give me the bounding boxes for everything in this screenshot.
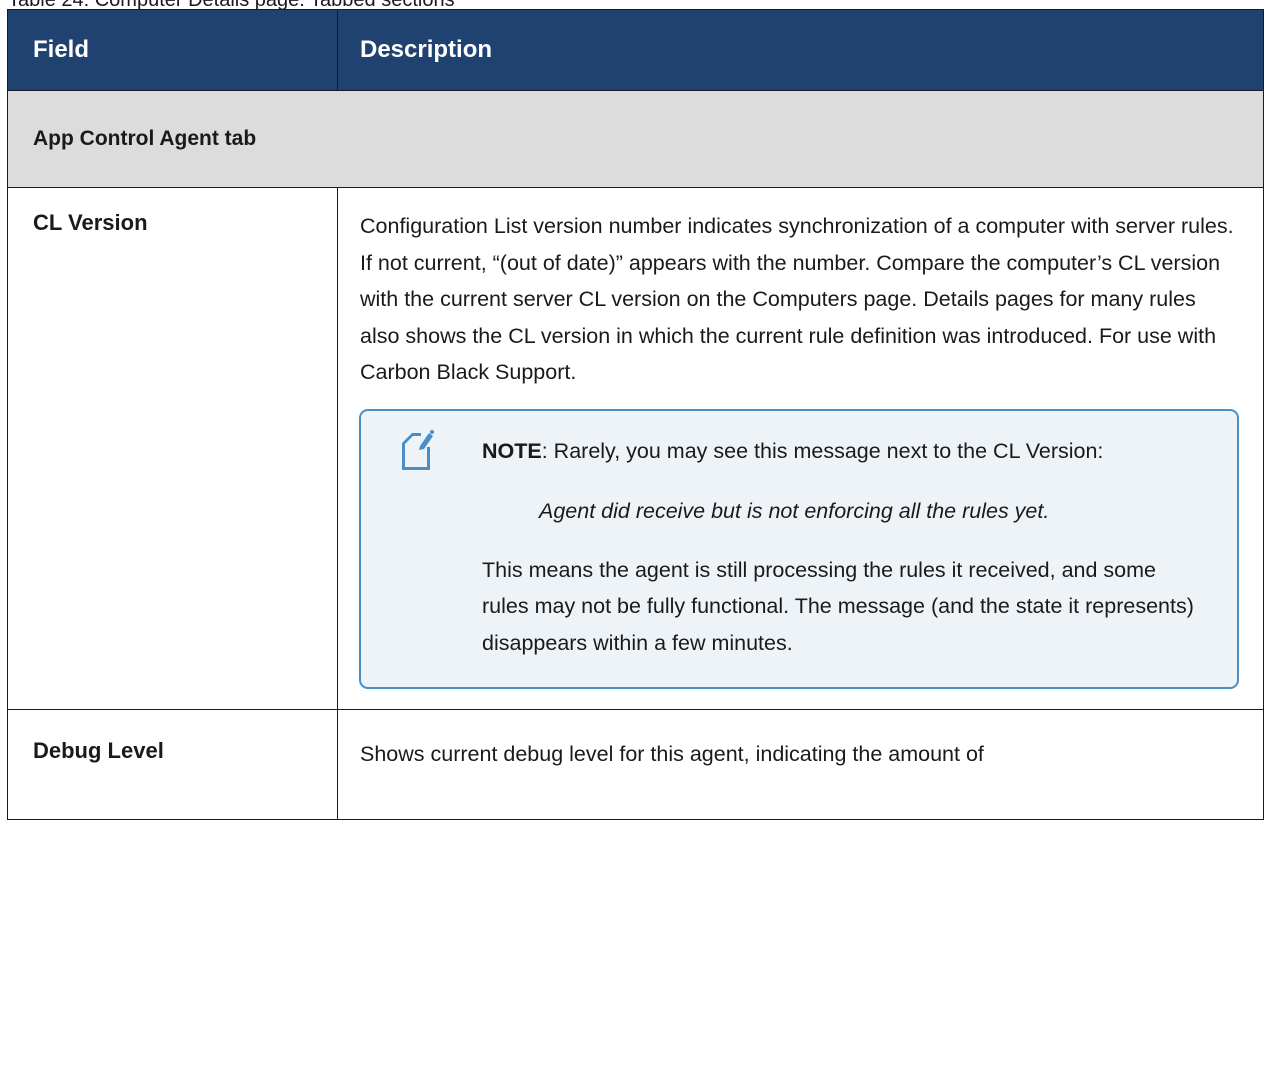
note-edit-icon <box>402 429 434 470</box>
field-label: CL Version <box>33 210 148 235</box>
description-text: Shows current debug level for this agent… <box>360 742 984 766</box>
note-intro: NOTE: Rarely, you may see this message n… <box>482 433 1197 470</box>
table-row-debug-level: Debug Level Shows current debug level fo… <box>8 710 1263 820</box>
header-description: Description <box>360 36 493 63</box>
description-cell: Shows current debug level for this agent… <box>338 710 1263 819</box>
note-label: NOTE <box>482 438 542 463</box>
computer-details-table: Field Description App Control Agent tab … <box>7 9 1264 820</box>
field-cell: CL Version <box>8 188 338 709</box>
description-text: Configuration List version number indica… <box>360 214 1234 384</box>
section-title: App Control Agent tab <box>33 127 257 150</box>
note-text: : Rarely, you may see this message next … <box>541 438 1104 463</box>
table-row-cl-version: CL Version Configuration List version nu… <box>8 188 1263 710</box>
header-field: Field <box>8 10 338 90</box>
section-row: App Control Agent tab <box>8 91 1263 188</box>
note-body: This means the agent is still processing… <box>482 557 1194 655</box>
description-cell: Configuration List version number indica… <box>338 188 1263 709</box>
note-callout: NOTE: Rarely, you may see this message n… <box>359 408 1239 689</box>
field-cell: Debug Level <box>8 710 338 819</box>
field-label: Debug Level <box>33 738 164 763</box>
note-quote: Agent did receive but is not enforcing a… <box>539 499 1050 523</box>
table-header-row: Field Description <box>8 10 1263 91</box>
